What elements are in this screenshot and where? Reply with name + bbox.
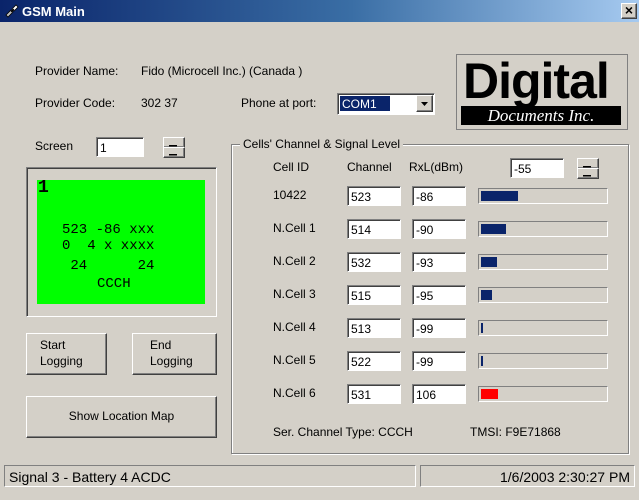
show-location-map-button[interactable]: Show Location Map	[26, 396, 217, 438]
status-left: Signal 3 - Battery 4 ACDC	[4, 465, 416, 487]
signal-level-fill	[481, 356, 483, 366]
cell-id: N.Cell 4	[273, 320, 316, 334]
status-datetime: 1/6/2003 2:30:27 PM	[420, 465, 635, 487]
cell-id: N.Cell 5	[273, 353, 316, 367]
cell-id: N.Cell 3	[273, 287, 316, 301]
cell-id: N.Cell 6	[273, 386, 316, 400]
signal-level-fill	[481, 323, 483, 333]
rxl-field[interactable]: -86	[412, 186, 466, 206]
lcd-screen: 1 523 -86 xxx 0 4 x xxxx 24 24 CCCH	[37, 178, 205, 304]
signal-level-bar	[478, 320, 608, 336]
channel-field[interactable]: 532	[347, 252, 401, 272]
screen-input[interactable]: 1	[96, 137, 144, 157]
tmsi: TMSI: F9E71868	[470, 425, 561, 439]
lcd-line-2: 523 -86 xxx	[62, 222, 155, 238]
port-select-value: COM1	[340, 96, 390, 111]
ser-channel-type: Ser. Channel Type: CCCH	[273, 425, 413, 439]
signal-level-bar	[478, 287, 608, 303]
screen-spinner[interactable]	[163, 137, 185, 158]
rxl-field[interactable]: -99	[412, 351, 466, 371]
channel-field[interactable]: 522	[347, 351, 401, 371]
cells-group-title: Cells' Channel & Signal Level	[240, 137, 404, 151]
start-logging-label-1: Start	[40, 338, 66, 352]
provider-name-label: Provider Name:	[35, 64, 119, 78]
logo-subtitle: Documents Inc.	[461, 106, 621, 125]
signal-level-fill	[481, 224, 506, 234]
port-label: Phone at port:	[241, 96, 317, 110]
spin-down-button[interactable]	[577, 168, 599, 179]
cell-id: 10422	[273, 188, 307, 202]
provider-code-label: Provider Code:	[35, 96, 116, 110]
signal-level-bar	[478, 188, 608, 204]
lcd-line-4: 24 24	[62, 258, 155, 274]
port-select[interactable]: COM1	[337, 93, 435, 115]
channel-field[interactable]: 523	[347, 186, 401, 206]
signal-level-bar	[478, 353, 608, 369]
end-logging-button[interactable]: End Logging	[132, 333, 217, 375]
logo: Digital Documents Inc.	[456, 53, 628, 130]
end-logging-label-2: Logging	[150, 354, 193, 368]
signal-level-bar	[478, 386, 608, 402]
cell-id: N.Cell 1	[273, 221, 316, 235]
signal-level-fill	[481, 389, 498, 399]
title-bar[interactable]: GSM Main ×	[0, 0, 639, 22]
window-title: GSM Main	[22, 4, 85, 19]
channel-field[interactable]: 513	[347, 318, 401, 338]
threshold-input[interactable]: -55	[510, 158, 564, 178]
rxl-field[interactable]: -95	[412, 285, 466, 305]
start-logging-label-2: Logging	[40, 354, 83, 368]
signal-level-bar	[478, 254, 608, 270]
logo-wordmark: Digital	[463, 53, 610, 109]
channel-field[interactable]: 514	[347, 219, 401, 239]
end-logging-label-1: End	[150, 338, 172, 352]
signal-level-fill	[481, 257, 497, 267]
cell-id: N.Cell 2	[273, 254, 316, 268]
signal-level-fill	[481, 191, 518, 201]
screen-label: Screen	[35, 139, 74, 153]
satellite-icon	[5, 4, 19, 18]
lcd-line-5: CCCH	[97, 276, 131, 292]
start-logging-button[interactable]: Start Logging	[26, 333, 107, 375]
channel-field[interactable]: 531	[347, 384, 401, 404]
provider-name-value: Fido (Microcell Inc.) (Canada )	[141, 64, 303, 78]
rxl-field[interactable]: -99	[412, 318, 466, 338]
channel-field[interactable]: 515	[347, 285, 401, 305]
chevron-down-icon[interactable]	[416, 95, 433, 112]
status-bar: Signal 3 - Battery 4 ACDC 1/6/2003 2:30:…	[0, 458, 639, 500]
col-channel: Channel	[347, 160, 392, 174]
rxl-field[interactable]: 106	[412, 384, 466, 404]
signal-level-fill	[481, 290, 492, 300]
close-icon[interactable]: ×	[621, 3, 637, 19]
signal-level-bar	[478, 221, 608, 237]
col-rxl: RxL(dBm)	[409, 160, 464, 174]
col-cell-id: Cell ID	[273, 160, 310, 174]
rxl-field[interactable]: -93	[412, 252, 466, 272]
threshold-spinner[interactable]	[577, 158, 599, 179]
lcd-line-3: 0 4 x xxxx	[62, 238, 155, 254]
lcd-frame: 1 523 -86 xxx 0 4 x xxxx 24 24 CCCH	[26, 167, 217, 317]
provider-code-value: 302 37	[141, 96, 178, 110]
lcd-line-1: 1	[38, 178, 49, 198]
rxl-field[interactable]: -90	[412, 219, 466, 239]
spin-down-button[interactable]	[163, 147, 185, 158]
